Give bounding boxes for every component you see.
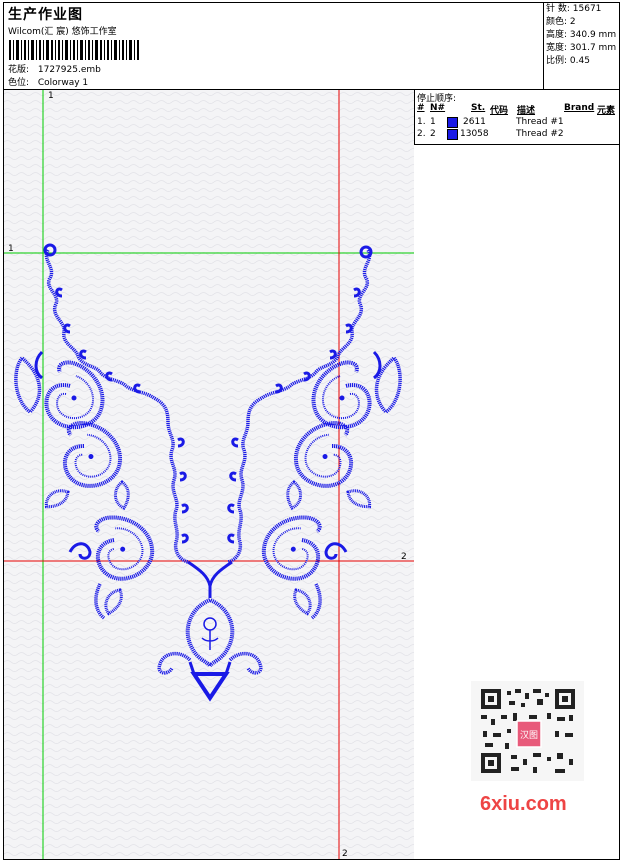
stat-colors: 颜色: 2 <box>546 17 576 27</box>
col-brand: Brand <box>564 103 595 113</box>
design-label: 花版: <box>8 65 30 75</box>
design-canvas: 1 1 2 2 <box>4 90 414 859</box>
col-needle: N# <box>430 103 446 113</box>
guide-label-red-h: 2 <box>401 552 407 562</box>
col-code: 代码 <box>490 106 509 116</box>
col-element: 元素 <box>597 106 616 116</box>
qr-code: 汉图 <box>481 689 575 773</box>
design-file-name: 1727925.emb <box>37 65 101 75</box>
colorway-label: 色位: <box>8 78 30 88</box>
col-stop: St. <box>471 103 486 113</box>
thread-color-swatch <box>447 117 458 128</box>
thread-color-swatch <box>447 129 458 140</box>
colorway-name: Colorway 1 <box>37 78 89 88</box>
stop-sequence-panel: 停止顺序: # N# St. 代码 描述 Brand 元素 1. 1 2611 … <box>414 90 620 145</box>
stat-stitches: 针 数: 15671 <box>546 4 602 14</box>
stat-scale: 比例: 0.45 <box>546 56 590 66</box>
guide-label-green-v: 1 <box>48 91 54 101</box>
guide-label-red-v: 2 <box>342 849 348 859</box>
studio-name: Wilcom(汇 宸) 悠饰工作室 <box>8 27 117 37</box>
design-file-row: 花版: 1727925.emb <box>8 62 101 75</box>
embroidery-preview: 1 1 2 2 <box>4 90 414 859</box>
barcode <box>9 40 139 60</box>
site-watermark: 6xiu.com <box>480 793 567 815</box>
colorway-row: 色位: Colorway 1 <box>8 75 88 88</box>
stats-panel: 针 数: 15671 颜色: 2 高度: 340.9 mm 宽度: 301.7 … <box>543 3 620 89</box>
stat-width: 宽度: 301.7 mm <box>546 43 617 53</box>
stamp-text: 汉图 <box>520 730 538 741</box>
sheet-title: 生产作业图 <box>8 7 83 23</box>
fabric-texture <box>4 90 414 859</box>
col-description: 描述 <box>517 106 536 116</box>
production-sheet: 生产作业图 Wilcom(汇 宸) 悠饰工作室 花版: 1727925.emb … <box>3 2 620 860</box>
stat-height: 高度: 340.9 mm <box>546 30 617 40</box>
qr-code-watermark: 汉图 <box>471 681 584 781</box>
col-num: # <box>417 103 425 113</box>
guide-label-green-h: 1 <box>8 244 14 254</box>
